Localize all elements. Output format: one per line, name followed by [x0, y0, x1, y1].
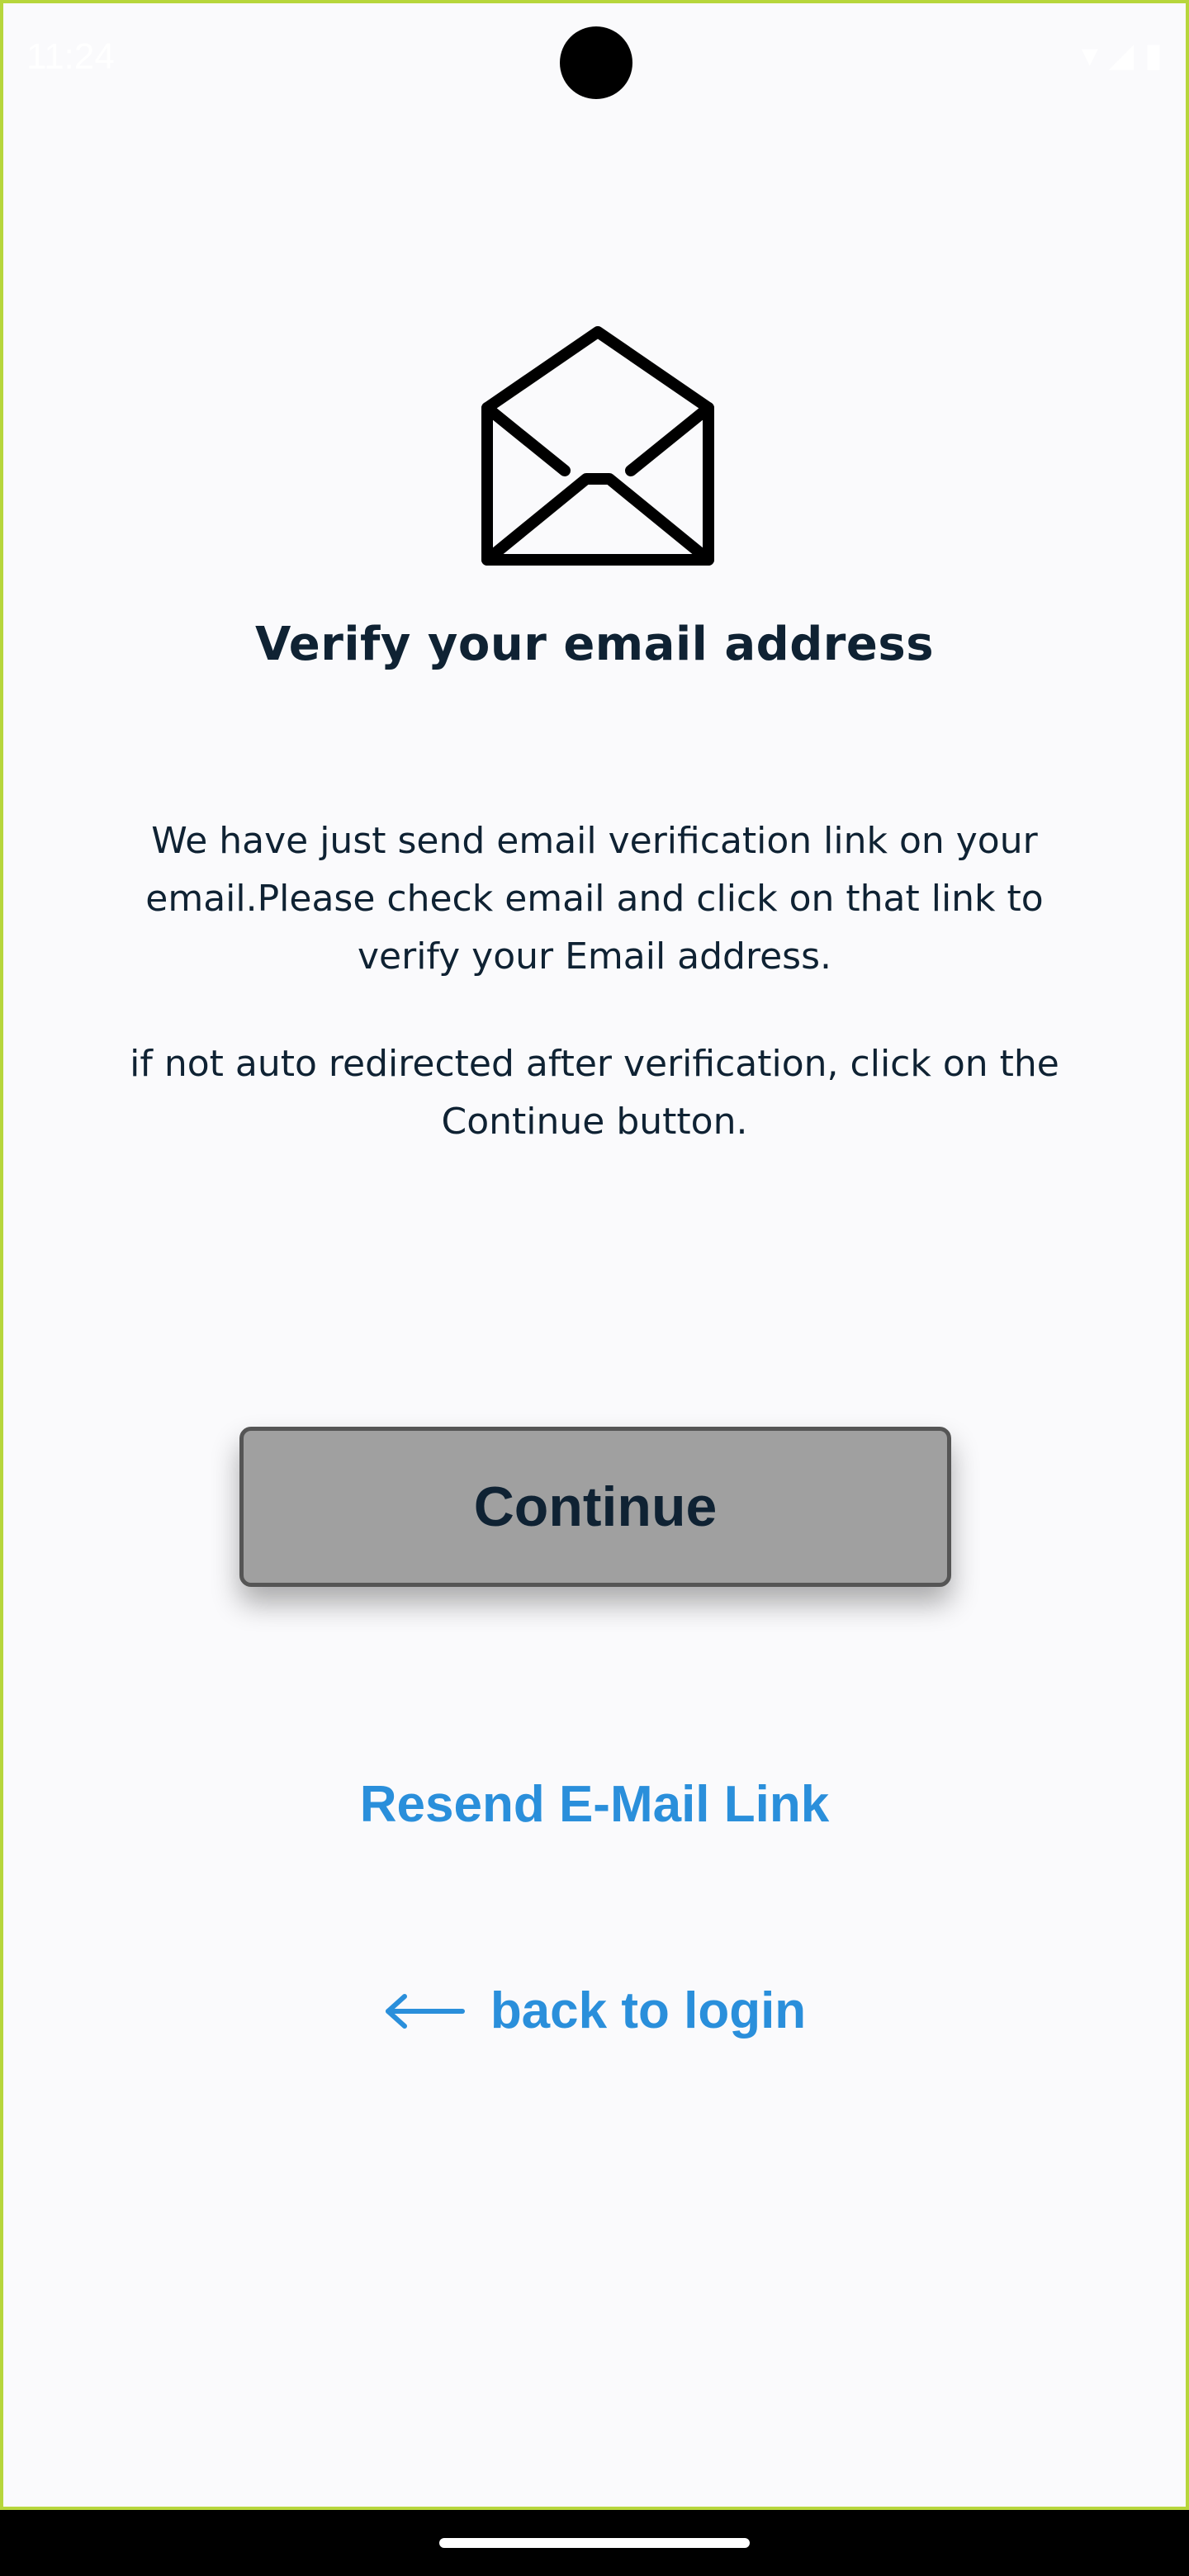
status-time: 11:24 — [26, 36, 115, 77]
back-to-login-label: back to login — [490, 1982, 807, 2039]
wifi-icon: ▾ — [1081, 36, 1098, 74]
verify-email-screen: 11:24 ▾ ◢ ▮ Verify your email address We… — [3, 3, 1186, 2507]
navigation-bar — [0, 2510, 1189, 2576]
battery-icon: ▮ — [1144, 36, 1163, 74]
continue-button[interactable]: Continue — [239, 1427, 951, 1587]
continue-button-label: Continue — [473, 1475, 718, 1538]
redirect-hint: if not auto redirected after verificatio… — [130, 1043, 1059, 1143]
camera-cutout — [560, 26, 632, 99]
open-envelope-icon — [481, 326, 714, 566]
home-gesture-handle[interactable] — [439, 2538, 750, 2548]
resend-email-link[interactable]: Resend E-Mail Link — [3, 1775, 1186, 1834]
verification-message: We have just send email verification lin… — [145, 820, 1044, 978]
arrow-left-icon — [385, 1993, 465, 2029]
status-bar: 11:24 ▾ ◢ ▮ — [3, 3, 1186, 119]
back-to-login-link[interactable]: back to login — [3, 1982, 1186, 2040]
page-title: Verify your email address — [254, 618, 935, 671]
signal-icon: ◢ — [1108, 36, 1135, 74]
status-icons: ▾ ◢ ▮ — [1082, 36, 1163, 74]
